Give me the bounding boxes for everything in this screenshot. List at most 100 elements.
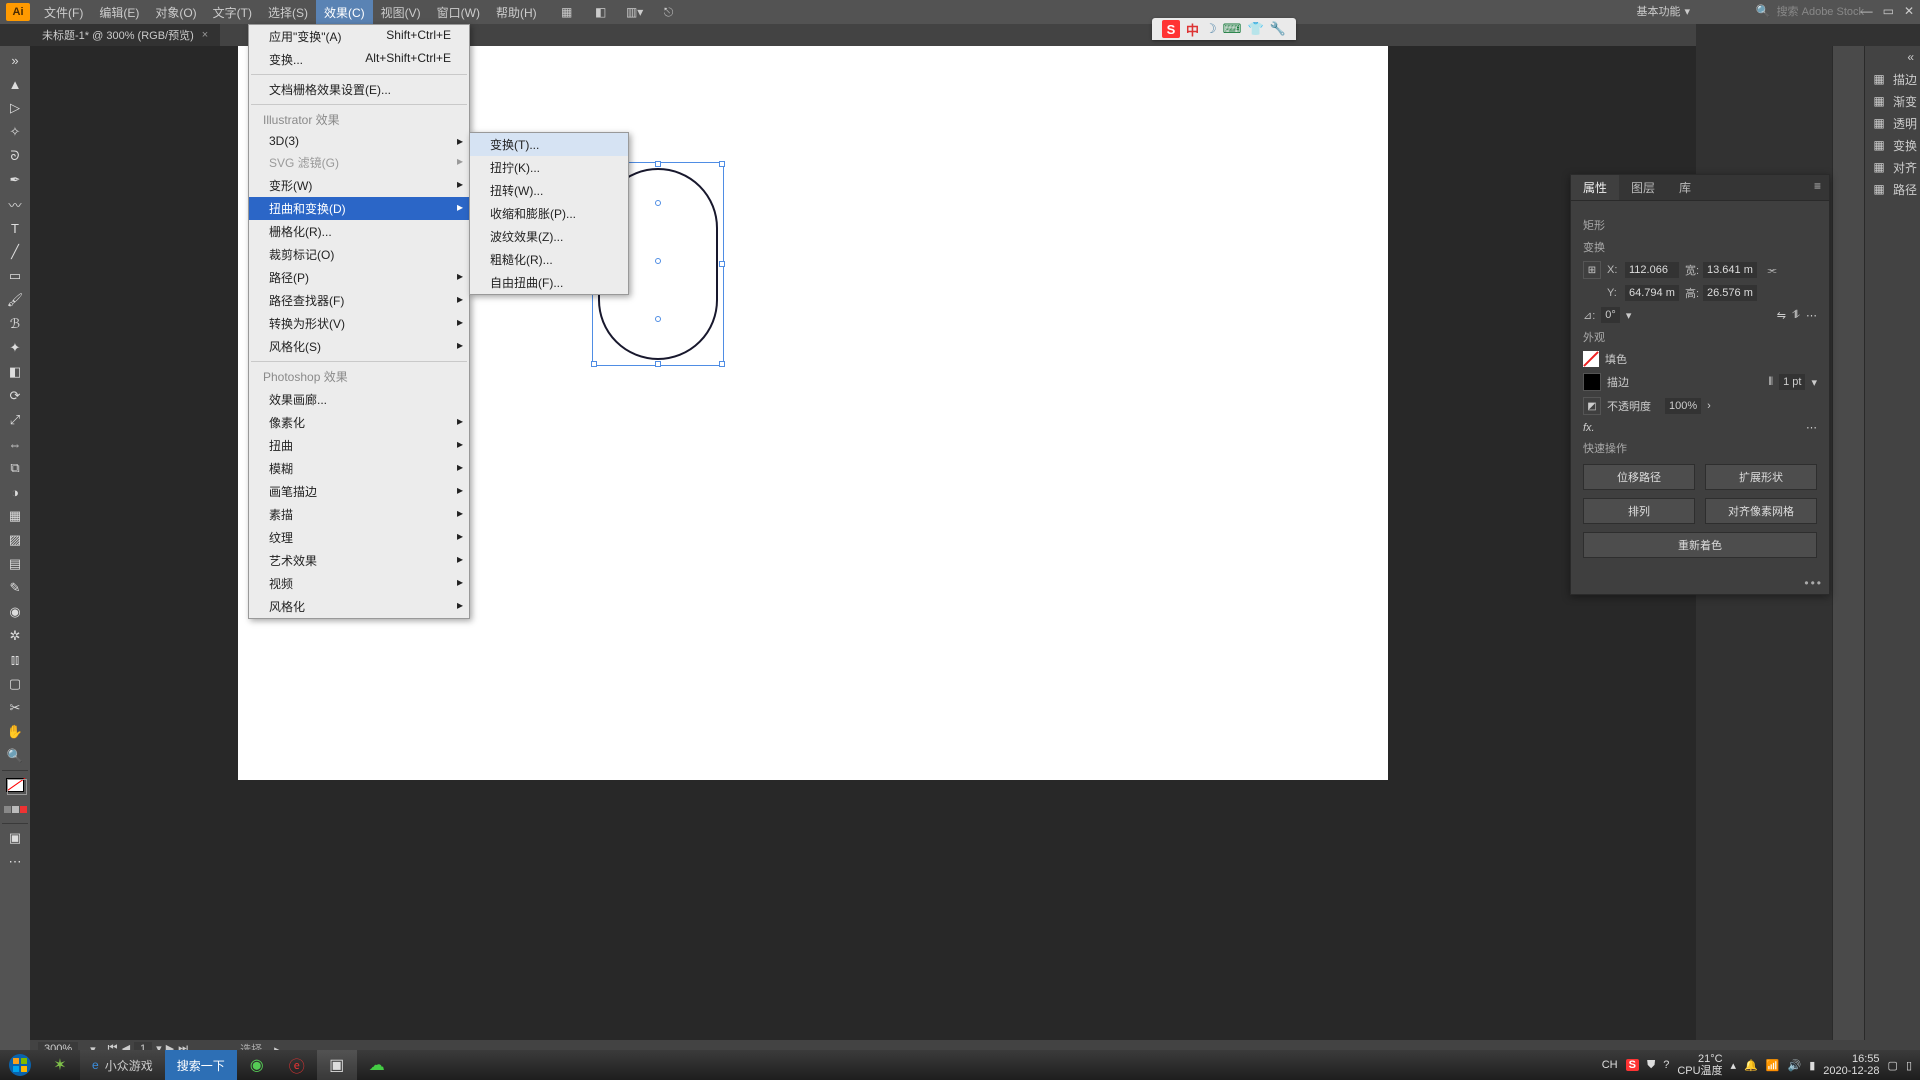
submenu-item[interactable]: 收缩和膨胀(P)...: [470, 202, 628, 225]
adobe-stock-search[interactable]: 🔍 搜索 Adobe Stock: [1756, 3, 1864, 19]
reference-point-icon[interactable]: ⊞: [1583, 261, 1601, 279]
taskbar-app-chrome[interactable]: ◉: [237, 1050, 277, 1080]
edit-toolbar[interactable]: ⋯: [2, 852, 28, 872]
expand-tools-icon[interactable]: »: [2, 50, 28, 70]
panel-路径[interactable]: ▦路径: [1865, 178, 1920, 200]
menu-item[interactable]: 扭曲和变换(D)▸: [249, 197, 469, 220]
color-modes[interactable]: [2, 799, 28, 819]
submenu-item[interactable]: 扭转(W)...: [470, 179, 628, 202]
menu-1[interactable]: 编辑(E): [91, 0, 147, 25]
menu-item[interactable]: 风格化(S)▸: [249, 335, 469, 358]
taskbar-app-wechat[interactable]: ☁: [357, 1050, 397, 1080]
layout-icon[interactable]: ▥▾: [627, 4, 643, 20]
menu-item[interactable]: 效果画廊...: [249, 388, 469, 411]
menu-item[interactable]: 扭曲▸: [249, 434, 469, 457]
curvature-tool[interactable]: 〰: [2, 194, 28, 214]
more-transform-icon[interactable]: ⋯: [1806, 309, 1817, 322]
h-field[interactable]: 26.576 m: [1703, 285, 1757, 301]
opacity-field[interactable]: 100%: [1665, 398, 1701, 414]
tab-layers[interactable]: 图层: [1619, 175, 1667, 200]
menu-item[interactable]: 变换...Alt+Shift+Ctrl+E: [249, 48, 469, 71]
tab-libraries[interactable]: 库: [1667, 175, 1703, 200]
menu-item[interactable]: 文档栅格效果设置(E)...: [249, 78, 469, 101]
tray-volume-icon[interactable]: 🔊: [1787, 1059, 1801, 1072]
stroke-dd-icon[interactable]: ▾: [1811, 376, 1817, 389]
free-transform-tool[interactable]: ⧉: [2, 458, 28, 478]
menu-2[interactable]: 对象(O): [147, 0, 204, 25]
x-field[interactable]: 112.066: [1625, 262, 1679, 278]
tab-properties[interactable]: 属性: [1571, 175, 1619, 200]
arrange-button[interactable]: 排列: [1583, 498, 1695, 524]
menu-item[interactable]: 模糊▸: [249, 457, 469, 480]
scale-tool[interactable]: ⤢: [2, 410, 28, 430]
tray-network-icon[interactable]: 📶: [1766, 1059, 1780, 1072]
arrange-icon[interactable]: ◧: [593, 4, 609, 20]
bridge-icon[interactable]: ▦: [559, 4, 575, 20]
menu-item[interactable]: 转换为形状(V)▸: [249, 312, 469, 335]
stroke-width-field[interactable]: 1 pt: [1779, 374, 1805, 390]
shaper-tool[interactable]: ✦: [2, 338, 28, 358]
eyedropper-tool[interactable]: ✎: [2, 578, 28, 598]
menu-item[interactable]: 艺术效果▸: [249, 549, 469, 572]
align-pixel-button[interactable]: 对齐像素网格: [1705, 498, 1817, 524]
rectangle-tool[interactable]: ▭: [2, 266, 28, 286]
menu-item[interactable]: 路径(P)▸: [249, 266, 469, 289]
expand-shape-button[interactable]: 扩展形状: [1705, 464, 1817, 490]
w-field[interactable]: 13.641 m: [1703, 262, 1757, 278]
y-field[interactable]: 64.794 m: [1625, 285, 1679, 301]
flip-h-icon[interactable]: ⇋: [1777, 309, 1786, 322]
type-tool[interactable]: T: [2, 218, 28, 238]
menu-item[interactable]: 纹理▸: [249, 526, 469, 549]
tray-bell-icon[interactable]: 🔔: [1744, 1059, 1758, 1072]
magic-wand-tool[interactable]: ✧: [2, 122, 28, 142]
menu-4[interactable]: 选择(S): [260, 0, 316, 25]
minimize-button[interactable]: —: [1861, 4, 1873, 18]
menu-item[interactable]: 画笔描边▸: [249, 480, 469, 503]
panel-options-icon[interactable]: •••: [1571, 572, 1829, 594]
menu-item[interactable]: 栅格化(R)...: [249, 220, 469, 243]
start-button[interactable]: [0, 1050, 40, 1080]
pen-tool[interactable]: ✒: [2, 170, 28, 190]
submenu-item[interactable]: 自由扭曲(F)...: [470, 271, 628, 294]
column-graph-tool[interactable]: ⫾⫾: [2, 650, 28, 670]
fx-icon[interactable]: fx.: [1583, 422, 1595, 434]
zoom-tool[interactable]: 🔍: [2, 746, 28, 766]
tray-battery-icon[interactable]: ▮: [1809, 1059, 1815, 1072]
menu-item[interactable]: 像素化▸: [249, 411, 469, 434]
ime-tool-icon[interactable]: 🔧: [1270, 21, 1286, 37]
lasso-tool[interactable]: ᘐ: [2, 146, 28, 166]
hand-tool[interactable]: ✋: [2, 722, 28, 742]
tray-expand-icon[interactable]: ▴: [1731, 1059, 1737, 1072]
panel-变换[interactable]: ▦变换: [1865, 134, 1920, 156]
screen-mode[interactable]: ▣: [2, 828, 28, 848]
menu-item[interactable]: 风格化▸: [249, 595, 469, 618]
link-wh-icon[interactable]: ⫘: [1763, 261, 1781, 279]
menu-item[interactable]: 应用"变换"(A)Shift+Ctrl+E: [249, 25, 469, 48]
menu-8[interactable]: 帮助(H): [488, 0, 545, 25]
recolor-button[interactable]: 重新着色: [1583, 532, 1817, 558]
menu-item[interactable]: 裁剪标记(O): [249, 243, 469, 266]
stroke-swatch[interactable]: [1583, 373, 1601, 391]
menu-5[interactable]: 效果(C): [316, 0, 373, 25]
blob-brush-tool[interactable]: ℬ: [2, 314, 28, 334]
menu-6[interactable]: 视图(V): [373, 0, 429, 25]
menu-item[interactable]: 路径查找器(F)▸: [249, 289, 469, 312]
panel-透明[interactable]: ▦透明: [1865, 112, 1920, 134]
tray-sogou-icon[interactable]: S: [1626, 1059, 1639, 1071]
selection-tool[interactable]: ▲: [2, 74, 28, 94]
panel-menu-icon[interactable]: ≡: [1806, 175, 1829, 200]
close-tab-icon[interactable]: ×: [202, 29, 208, 41]
fill-stroke-swatch[interactable]: [2, 775, 28, 795]
appearance-more-icon[interactable]: ⋯: [1806, 421, 1817, 434]
sync-icon[interactable]: ⎋: [661, 4, 677, 20]
eraser-tool[interactable]: ◧: [2, 362, 28, 382]
menu-item[interactable]: 素描▸: [249, 503, 469, 526]
submenu-item[interactable]: 粗糙化(R)...: [470, 248, 628, 271]
close-button[interactable]: ✕: [1904, 4, 1914, 18]
tray-clock[interactable]: 16:552020-12-28: [1823, 1053, 1879, 1077]
taskbar-app-360[interactable]: ✶: [40, 1050, 80, 1080]
tray-ime-label[interactable]: CH: [1602, 1059, 1618, 1071]
submenu-item[interactable]: 扭拧(K)...: [470, 156, 628, 179]
artboard-tool[interactable]: ▢: [2, 674, 28, 694]
ime-toolbar[interactable]: S 中 ☽ ⌨ 👕 🔧: [1152, 18, 1296, 40]
